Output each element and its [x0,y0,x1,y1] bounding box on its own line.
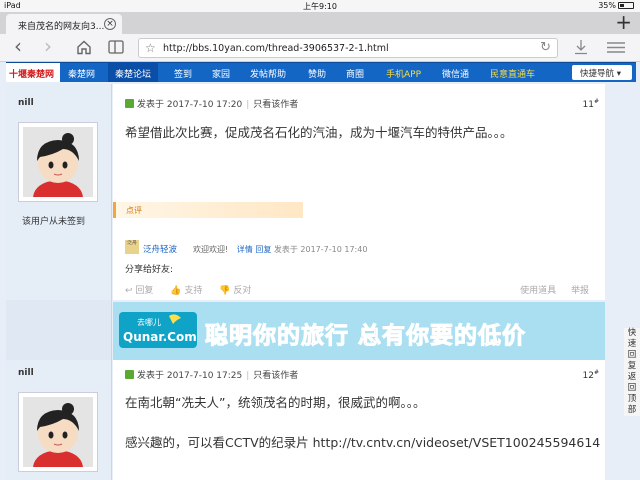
post-body: 发表于 2017-7-10 17:20 | 只看该作者 11# 希望借此次比赛，促成… [113,84,605,300]
battery-indicator: 35% [598,1,634,10]
tab-bar: 来自茂名的网友向3... × + [0,10,640,34]
browser-toolbar: ‹ › ☆ http://bbs.10yan.com/thread-390653… [0,34,640,62]
floor-number: 11# [582,98,599,110]
nav-item-qinchu[interactable]: 秦楚网 [68,67,95,80]
address-bar[interactable]: ☆ http://bbs.10yan.com/thread-3906537-2-… [138,38,558,58]
post-actions: ↩ 回复 👍 支持 👎 反对 [125,283,251,296]
nav-item-forum[interactable]: 秦楚论坛 [108,62,159,82]
qunar-text: Qunar.Com [123,330,197,344]
floor-mark-2: # [593,369,599,376]
post-body-2: 发表于 2017-7-10 17:25 | 只看该作者 12# 在南北朝“冼夫人”，… [113,360,605,480]
menu-icon[interactable] [606,41,626,54]
qunar-logo: 去哪儿 Qunar.Com [119,312,197,348]
new-tab-icon[interactable]: + [615,10,632,34]
post-date: 发表于 2017-7-10 17:20 [137,100,243,110]
nav-item-wechat[interactable]: 微信通 [442,67,469,80]
author-name-2[interactable]: nill [18,368,34,378]
back-to-top-label[interactable]: 返回顶部 [624,372,640,416]
author-name[interactable]: nill [18,98,34,108]
avatar-girl-icon-2 [23,397,93,467]
forward-icon[interactable]: › [44,34,52,58]
bookmark-star-icon[interactable]: ☆ [145,41,156,55]
rate-bar: 点评 [113,202,303,218]
rate-label[interactable]: 点评 [126,205,142,216]
oppose-button[interactable]: 👎 反对 [219,286,251,296]
close-tab-icon[interactable]: × [104,18,116,30]
checkin-status: 该用户从未签到 [22,217,86,227]
post-time-icon-2 [125,370,134,379]
nav-item-sponsor[interactable]: 赞助 [308,67,326,80]
nav-item-shop[interactable]: 商圈 [346,67,364,80]
url-text: http://bbs.10yan.com/thread-3906537-2-1.… [163,43,389,54]
post-tools: 使用道具 举报 [520,283,589,296]
only-author-link-2[interactable]: 只看该作者 [253,371,298,381]
share-label: 分享给好友: [125,265,174,275]
post-content: 希望借此次比赛，促成茂名石化的汽油，成为十堰汽车的特供产品。。。 [125,125,513,140]
nav-item-opinion[interactable]: 民意直通车 [490,67,535,80]
avatar[interactable] [18,122,98,202]
quick-reply-button[interactable]: 快速回复 返回顶部 [624,328,640,416]
back-icon[interactable]: ‹ [14,34,22,58]
post-meta-2: 发表于 2017-7-10 17:25 | 只看该作者 [125,368,298,381]
floor-number-2: 12# [582,369,599,381]
avatar-girl-icon [23,127,93,197]
browser-tab[interactable]: 来自茂名的网友向3... × [6,14,122,34]
ad-banner[interactable]: 去哪儿 Qunar.Com 聪明你的旅行 总有你要的低价 [113,302,605,360]
nav-item-app[interactable]: 手机APP [386,67,421,80]
clock: 上午9:10 [303,2,337,11]
download-icon[interactable] [574,39,588,55]
post-time-icon [125,99,134,108]
post-author-panel: nill 该用户从未签到 [6,84,112,300]
avatar-2[interactable] [18,392,98,472]
nav-item-home[interactable]: 家园 [212,67,230,80]
only-author-link[interactable]: 只看该作者 [253,100,298,110]
post-content-2: 在南北朝“冼夫人”，统领茂名的时期，很威武的啊。。。 [125,395,426,410]
ios-status-bar: iPad 上午9:10 35% [0,0,640,12]
reload-icon[interactable]: ↻ [540,40,551,55]
reply-avatar[interactable]: 泛舟 [125,240,139,254]
battery-icon [618,2,634,9]
quick-nav-dropdown[interactable]: 快捷导航 ▾ [572,65,632,80]
ad-slogan: 聪明你的旅行 总有你要的低价 [204,323,527,350]
support-button[interactable]: 👍 支持 [170,286,202,296]
battery-percent: 35% [598,1,616,10]
reply-link[interactable]: 回复 [255,245,271,254]
reply-line: 泛舟轻波 欢迎欢迎! 详情 回复 发表于 2017-7-10 17:40 [143,243,367,255]
site-nav-bar: 十堰秦楚网 秦楚网 秦楚论坛 签到 家园 发帖帮助 赞助 商圈 手机APP 微信… [6,62,636,82]
reply-author[interactable]: 泛舟轻波 [143,245,177,255]
floor-mark: # [593,98,599,105]
detail-link[interactable]: 详情 [237,245,253,254]
post-meta: 发表于 2017-7-10 17:20 | 只看该作者 [125,97,298,110]
post-date-2: 发表于 2017-7-10 17:25 [137,371,243,381]
tab-title: 来自茂名的网友向3... [18,22,105,32]
site-logo[interactable]: 十堰秦楚网 [6,63,60,82]
ad-left-spacer [6,300,112,360]
nav-item-checkin[interactable]: 签到 [174,67,192,80]
reply-date: 发表于 2017-7-10 17:40 [273,245,368,254]
home-icon[interactable] [76,40,92,55]
report-link[interactable]: 举报 [571,286,589,296]
sidebar-icon[interactable] [108,40,124,54]
reply-text: 欢迎欢迎! [193,245,229,254]
nav-item-help[interactable]: 发帖帮助 [250,67,286,80]
post-author-panel-2: nill [6,360,112,480]
post-content-2b: 感兴趣的，可以看CCTV的纪录片 http://tv.cntv.cn/video… [125,435,601,450]
reply-button[interactable]: ↩ 回复 [125,286,153,296]
quick-reply-label: 快速回复 [627,328,637,371]
qunar-cn: 去哪儿 [137,317,161,327]
use-props-link[interactable]: 使用道具 [520,286,556,296]
